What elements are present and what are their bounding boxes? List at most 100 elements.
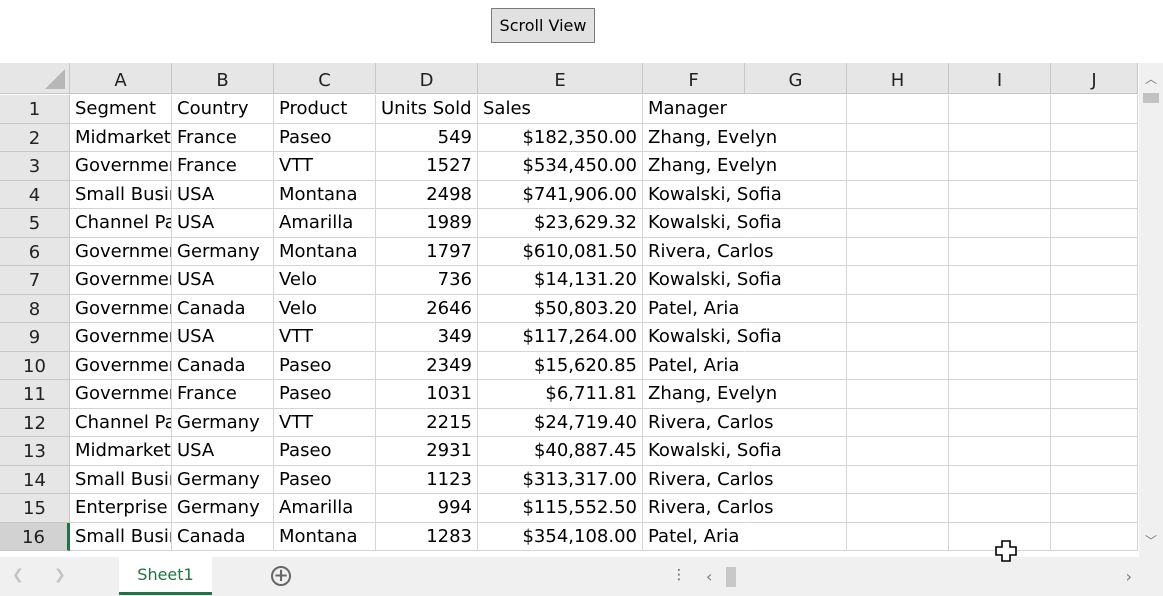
cell-i13[interactable] [949, 437, 1051, 466]
cell-b3[interactable]: France [172, 152, 274, 181]
cell-d7[interactable]: 736 [376, 266, 478, 295]
cell-j9[interactable] [1051, 323, 1138, 352]
cell-j12[interactable] [1051, 408, 1138, 437]
cell-i12[interactable] [949, 408, 1051, 437]
cell-g8[interactable] [745, 294, 847, 323]
cell-f2[interactable]: Zhang, Evelyn [643, 123, 780, 152]
cell-e14[interactable]: $313,317.00 [478, 465, 643, 494]
cell-f4[interactable]: Kowalski, Sofia [643, 180, 784, 209]
cell-c12[interactable]: VTT [274, 408, 376, 437]
column-header-g[interactable]: G [745, 63, 847, 94]
cell-j1[interactable] [1051, 95, 1138, 124]
cell-a14[interactable]: Small Business [70, 465, 172, 494]
cell-d13[interactable]: 2931 [376, 437, 478, 466]
cell-f7[interactable]: Kowalski, Sofia [643, 266, 784, 295]
scroll-down-icon[interactable]: ﹀ [1143, 533, 1159, 549]
cell-c15[interactable]: Amarilla [274, 494, 376, 523]
cell-f8[interactable]: Patel, Aria [643, 294, 745, 323]
column-header-e[interactable]: E [478, 63, 643, 94]
scroll-left-icon[interactable]: ‹ [706, 567, 712, 586]
cell-c4[interactable]: Montana [274, 180, 376, 209]
cell-c13[interactable]: Paseo [274, 437, 376, 466]
cell-g1[interactable] [745, 95, 847, 124]
cell-d11[interactable]: 1031 [376, 380, 478, 409]
cell-c7[interactable]: Velo [274, 266, 376, 295]
cell-j2[interactable] [1051, 123, 1138, 152]
cell-e9[interactable]: $117,264.00 [478, 323, 643, 352]
column-header-f[interactable]: F [643, 63, 745, 94]
cell-a6[interactable]: Government [70, 237, 172, 266]
cell-b8[interactable]: Canada [172, 294, 274, 323]
row-header-2[interactable]: 2 [0, 123, 70, 152]
cell-d15[interactable]: 994 [376, 494, 478, 523]
cell-i2[interactable] [949, 123, 1051, 152]
spreadsheet-grid[interactable]: ︿ ﹀ A B C D E F G H I J 1 Segment Country Product Unit… [0, 63, 1163, 557]
cell-b4[interactable]: USA [172, 180, 274, 209]
vertical-scroll-thumb[interactable] [1143, 93, 1159, 103]
horizontal-scrollbar[interactable]: ‹ › [700, 564, 1140, 590]
cell-f16[interactable]: Patel, Aria [643, 522, 745, 551]
cell-e1[interactable]: Sales [478, 95, 643, 124]
cell-b16[interactable]: Canada [172, 522, 274, 551]
cell-i11[interactable] [949, 380, 1051, 409]
cell-e6[interactable]: $610,081.50 [478, 237, 643, 266]
scroll-right-icon[interactable]: › [1126, 567, 1132, 586]
cell-c9[interactable]: VTT [274, 323, 376, 352]
cell-f10[interactable]: Patel, Aria [643, 351, 745, 380]
row-header-4[interactable]: 4 [0, 180, 70, 209]
row-header-14[interactable]: 14 [0, 465, 70, 494]
cell-h7[interactable] [847, 266, 949, 295]
cell-f13[interactable]: Kowalski, Sofia [643, 437, 784, 466]
cell-h4[interactable] [847, 180, 949, 209]
cell-c5[interactable]: Amarilla [274, 209, 376, 238]
cell-i3[interactable] [949, 152, 1051, 181]
row-header-3[interactable]: 3 [0, 152, 70, 181]
cell-h8[interactable] [847, 294, 949, 323]
tab-scroll-left-icon[interactable]: ❮ [12, 567, 24, 583]
cell-a5[interactable]: Channel Partners [70, 209, 172, 238]
horizontal-scroll-thumb[interactable] [726, 567, 736, 587]
cell-d14[interactable]: 1123 [376, 465, 478, 494]
cell-h16[interactable] [847, 522, 949, 551]
cell-i8[interactable] [949, 294, 1051, 323]
cell-a4[interactable]: Small Business [70, 180, 172, 209]
row-header-9[interactable]: 9 [0, 323, 70, 352]
cell-i5[interactable] [949, 209, 1051, 238]
row-header-12[interactable]: 12 [0, 408, 70, 437]
cell-j5[interactable] [1051, 209, 1138, 238]
cell-e16[interactable]: $354,108.00 [478, 522, 643, 551]
column-header-a[interactable]: A [70, 63, 172, 94]
vertical-scrollbar[interactable]: ︿ ﹀ [1139, 63, 1163, 557]
cell-j13[interactable] [1051, 437, 1138, 466]
cell-e5[interactable]: $23,629.32 [478, 209, 643, 238]
row-header-13[interactable]: 13 [0, 437, 70, 466]
row-header-11[interactable]: 11 [0, 380, 70, 409]
cell-c8[interactable]: Velo [274, 294, 376, 323]
cell-h12[interactable] [847, 408, 949, 437]
cell-b10[interactable]: Canada [172, 351, 274, 380]
column-header-i[interactable]: I [949, 63, 1051, 94]
cell-h14[interactable] [847, 465, 949, 494]
cell-d10[interactable]: 2349 [376, 351, 478, 380]
row-header-5[interactable]: 5 [0, 209, 70, 238]
cell-i7[interactable] [949, 266, 1051, 295]
cell-d16[interactable]: 1283 [376, 522, 478, 551]
cell-b5[interactable]: USA [172, 209, 274, 238]
cell-a7[interactable]: Government [70, 266, 172, 295]
cell-f12[interactable]: Rivera, Carlos [643, 408, 776, 437]
cell-c3[interactable]: VTT [274, 152, 376, 181]
cell-h11[interactable] [847, 380, 949, 409]
cell-d5[interactable]: 1989 [376, 209, 478, 238]
cell-d4[interactable]: 2498 [376, 180, 478, 209]
row-header-1[interactable]: 1 [0, 95, 70, 124]
cell-d1[interactable]: Units Sold [376, 95, 478, 124]
cell-b1[interactable]: Country [172, 95, 274, 124]
cell-c1[interactable]: Product [274, 95, 376, 124]
cell-i15[interactable] [949, 494, 1051, 523]
scroll-view-button[interactable]: Scroll View [491, 8, 595, 43]
cell-a16[interactable]: Small Business [70, 522, 172, 551]
cell-a13[interactable]: Midmarket [70, 437, 172, 466]
cell-b9[interactable]: USA [172, 323, 274, 352]
cell-i10[interactable] [949, 351, 1051, 380]
cell-b6[interactable]: Germany [172, 237, 274, 266]
